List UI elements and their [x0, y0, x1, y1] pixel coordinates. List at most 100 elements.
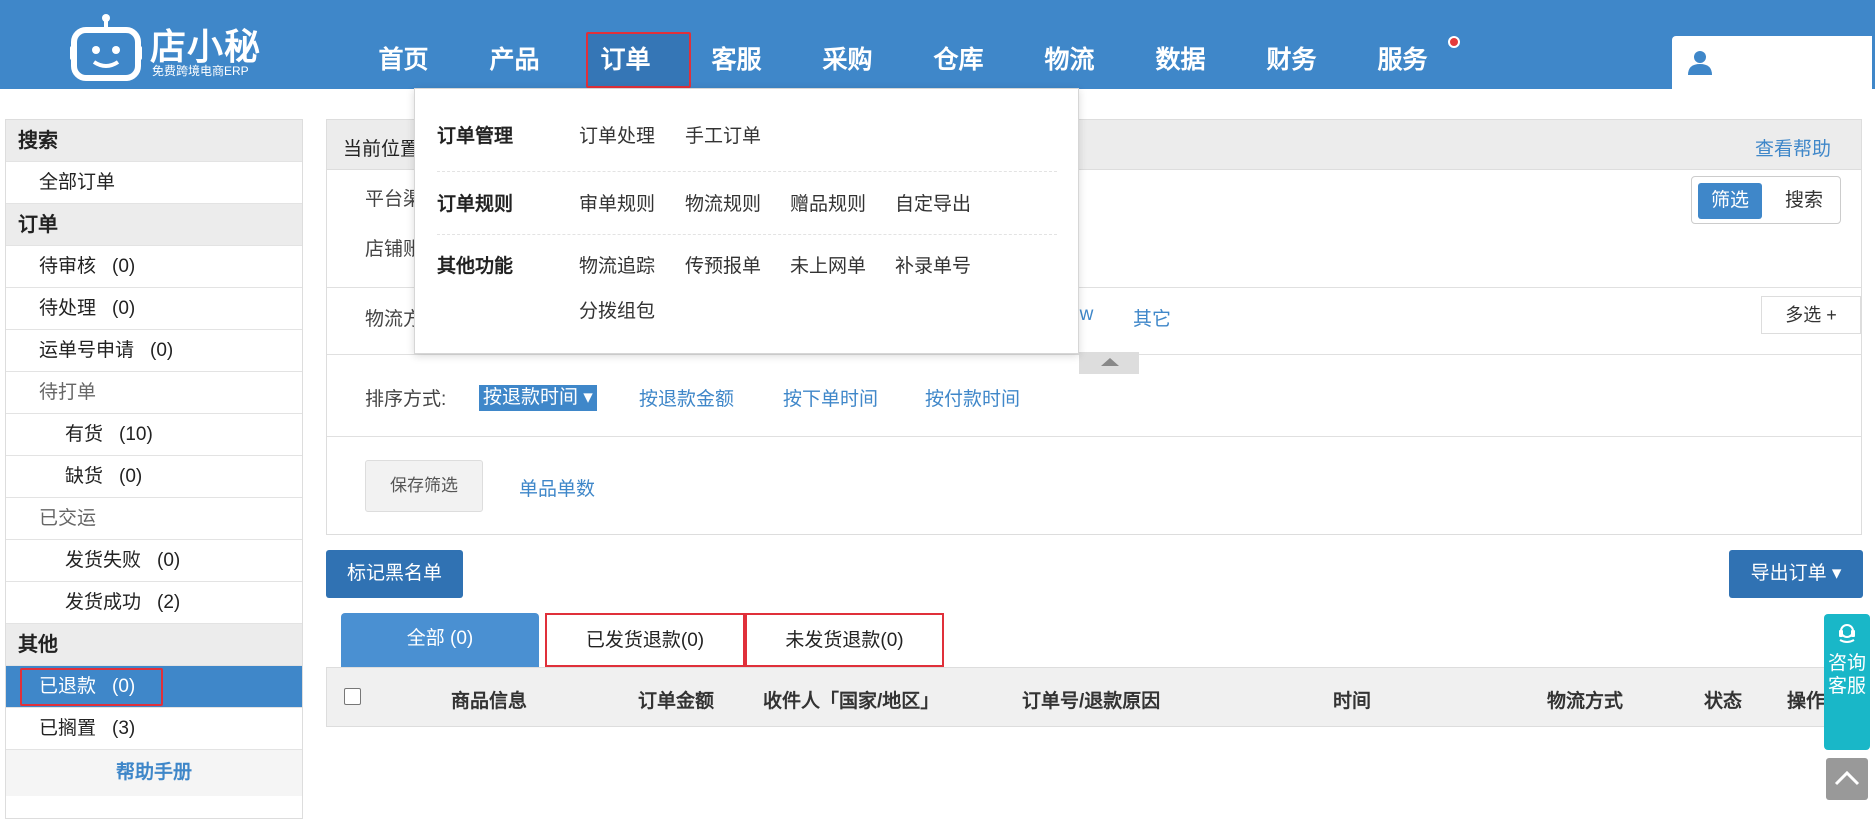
tab-unshipped-refund[interactable]: 未发货退款(0)	[745, 613, 944, 667]
tab-all[interactable]: 全部 (0)	[341, 613, 539, 667]
sidebar-head-orders: 订单	[6, 204, 302, 246]
menu-distribution-pack[interactable]: 分拨组包	[579, 296, 655, 323]
view-help-link[interactable]: 查看帮助	[1755, 134, 1831, 161]
select-all-checkbox[interactable]	[344, 688, 361, 705]
nav-purchase[interactable]: 采购	[792, 0, 903, 89]
robot-logo-icon	[70, 14, 142, 81]
dropdown-group-title: 订单规则	[437, 194, 514, 215]
nav-warehouse[interactable]: 仓库	[903, 0, 1014, 89]
sidebar-item-count: (10)	[119, 424, 153, 445]
menu-tracking[interactable]: 物流追踪	[579, 251, 655, 278]
caret-down-icon: ▾	[583, 387, 593, 408]
sidebar-item-count: (3)	[112, 718, 136, 739]
menu-gift-rules[interactable]: 赠品规则	[790, 189, 866, 216]
nav-home[interactable]: 首页	[348, 0, 459, 89]
sidebar-item-label: 发货失败	[65, 550, 142, 571]
sidebar-item-pending-review[interactable]: 待审核 (0)	[6, 246, 302, 288]
menu-order-process[interactable]: 订单处理	[579, 121, 655, 148]
sort-label: 排序方式:	[365, 389, 447, 410]
sort-payment-time[interactable]: 按付款时间	[925, 384, 1020, 411]
search-mode-button[interactable]: 搜索	[1774, 183, 1834, 219]
menu-custom-export[interactable]: 自定导出	[895, 189, 971, 216]
sidebar-item-count: (0)	[112, 298, 136, 319]
sidebar-item-refunded[interactable]: 已退款 (0)	[6, 666, 302, 708]
sidebar-item-count: (0)	[119, 466, 143, 487]
sort-refund-amount[interactable]: 按退款金额	[639, 384, 734, 411]
notification-dot	[1448, 36, 1460, 48]
user-menu[interactable]	[1672, 36, 1872, 89]
export-orders-label: 导出订单	[1750, 563, 1827, 584]
tab-shipped-refund[interactable]: 已发货退款(0)	[545, 613, 745, 667]
sidebar-item-count: (0)	[157, 550, 181, 571]
nav-data[interactable]: 数据	[1125, 0, 1236, 89]
filter-search-toggle: 筛选 搜索	[1691, 176, 1841, 224]
sidebar-item-ship-failed[interactable]: 发货失败 (0)	[6, 540, 302, 582]
sidebar-item-out-of-stock[interactable]: 缺货 (0)	[6, 456, 302, 498]
divider	[437, 171, 1057, 172]
nav-services[interactable]: 服务	[1347, 0, 1460, 89]
sidebar-item-count: (2)	[157, 592, 181, 613]
menu-add-tracking[interactable]: 补录单号	[895, 251, 971, 278]
sort-order-time[interactable]: 按下单时间	[783, 384, 878, 411]
multi-select-button[interactable]: 多选 +	[1761, 296, 1861, 334]
sort-selected-label: 按退款时间	[483, 387, 579, 408]
brand-tagline: 免费跨境电商ERP	[152, 64, 249, 78]
menu-review-rules[interactable]: 审单规则	[579, 189, 655, 216]
menu-pre-advice[interactable]: 传预报单	[685, 251, 761, 278]
consult-label: 咨询客服	[1827, 653, 1866, 697]
headset-icon	[1839, 624, 1855, 643]
sidebar-item-to-print[interactable]: 待打单	[6, 372, 302, 414]
sidebar-item-ship-success[interactable]: 发货成功 (2)	[6, 582, 302, 624]
consult-service-button[interactable]: 咨询客服	[1824, 614, 1870, 750]
nav-orders[interactable]: 订单	[570, 0, 691, 89]
main-nav: 首页 产品 订单 客服 采购 仓库 物流 数据 财务 服务	[348, 0, 1460, 89]
sidebar-item-all-orders[interactable]: 全部订单	[6, 162, 302, 204]
divider	[327, 436, 1861, 437]
sidebar-item-label: 已搁置	[39, 718, 97, 739]
filter-mode-button[interactable]: 筛选	[1698, 183, 1762, 219]
col-product-info: 商品信息	[451, 691, 528, 712]
dropdown-group-title: 其他功能	[437, 256, 514, 277]
export-orders-button[interactable]: 导出订单 ▾	[1729, 550, 1863, 598]
collapse-arrow-icon[interactable]	[1079, 352, 1139, 374]
user-icon	[1688, 51, 1712, 75]
col-recipient: 收件人「国家/地区」	[763, 691, 940, 712]
sidebar-item-label: 待处理	[39, 298, 97, 319]
nav-services-label: 服务	[1377, 46, 1428, 74]
sidebar-item-count: (0)	[112, 256, 136, 277]
top-navbar: 店小秘 免费跨境电商ERP 首页 产品 订单 客服 采购 仓库 物流 数据 财务…	[0, 0, 1875, 89]
nav-customer-service[interactable]: 客服	[681, 0, 792, 89]
highlight-box	[20, 668, 163, 706]
menu-not-online[interactable]: 未上网单	[790, 251, 866, 278]
sidebar-item-pending-process[interactable]: 待处理 (0)	[6, 288, 302, 330]
sidebar: 搜索 全部订单 订单 待审核 (0) 待处理 (0) 运单号申请 (0) 待打单 有货…	[5, 119, 303, 819]
sidebar-item-label: 缺货	[65, 466, 104, 487]
menu-logistics-rules[interactable]: 物流规则	[685, 189, 761, 216]
single-sku-link[interactable]: 单品单数	[519, 474, 595, 501]
sidebar-item-on-hold[interactable]: 已搁置 (3)	[6, 708, 302, 750]
logistics-option-other[interactable]: 其它	[1133, 304, 1171, 331]
save-filter-button[interactable]: 保存筛选	[365, 460, 483, 512]
dropdown-group-title: 订单管理	[437, 126, 514, 147]
orders-dropdown-menu: 订单管理 订单处理 手工订单 订单规则 审单规则 物流规则 赠品规则 自定导出 …	[414, 88, 1079, 354]
menu-manual-order[interactable]: 手工订单	[685, 121, 761, 148]
sidebar-item-label: 运单号申请	[39, 340, 135, 361]
help-manual-link[interactable]: 帮助手册	[6, 750, 302, 796]
logo[interactable]: 店小秘 免费跨境电商ERP	[70, 12, 270, 82]
col-status: 状态	[1704, 691, 1743, 712]
sidebar-item-shipped[interactable]: 已交运	[6, 498, 302, 540]
nav-products[interactable]: 产品	[459, 0, 570, 89]
back-to-top-button[interactable]	[1826, 758, 1868, 800]
nav-logistics[interactable]: 物流	[1014, 0, 1125, 89]
mark-blacklist-button[interactable]: 标记黑名单	[326, 550, 463, 598]
sidebar-item-in-stock[interactable]: 有货 (10)	[6, 414, 302, 456]
col-actions: 操作	[1787, 691, 1826, 712]
sidebar-head-other: 其他	[6, 624, 302, 666]
sort-refund-time-dropdown[interactable]: 按退款时间 ▾	[479, 385, 597, 411]
sidebar-item-label: 有货	[65, 424, 104, 445]
col-order-no: 订单号/退款原因	[1022, 691, 1161, 712]
divider	[437, 234, 1057, 235]
col-time: 时间	[1333, 691, 1372, 712]
sidebar-item-tracking-request[interactable]: 运单号申请 (0)	[6, 330, 302, 372]
nav-finance[interactable]: 财务	[1236, 0, 1347, 89]
